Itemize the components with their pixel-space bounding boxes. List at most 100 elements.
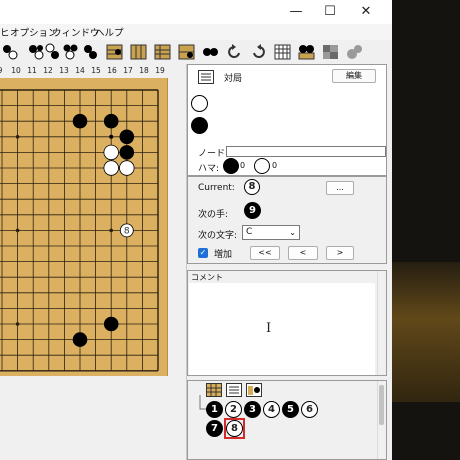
tree-branch-icon[interactable] xyxy=(246,383,262,397)
black-stone[interactable] xyxy=(119,145,135,160)
board-mark xyxy=(109,134,114,139)
chevron-down-icon: ⌄ xyxy=(289,228,296,237)
tree-scrollbar-thumb[interactable] xyxy=(379,385,384,425)
black-stone[interactable] xyxy=(103,113,119,129)
next-letter-select[interactable]: C ⌄ xyxy=(242,225,300,240)
tree-move[interactable]: 2 xyxy=(225,401,242,418)
next-move-stone: 9 xyxy=(244,202,261,219)
check-icon: ✓ xyxy=(199,248,207,257)
white-stone[interactable] xyxy=(103,144,119,161)
edit-button[interactable]: 編集 xyxy=(332,69,376,83)
white-captures-count: 0 xyxy=(272,161,278,170)
menu-bar: ヒ オプション ウィンドウ ヘルプ xyxy=(0,24,392,40)
desktop-background xyxy=(392,0,460,460)
connect-icon[interactable] xyxy=(346,43,363,61)
black-captures-stone-icon xyxy=(223,158,239,174)
maximize-button[interactable]: ☐ xyxy=(320,4,340,20)
menu-file-partial[interactable]: ヒ xyxy=(0,25,10,39)
white-player-stone-icon xyxy=(191,95,208,112)
tree-move-current[interactable]: 8 xyxy=(226,420,243,437)
background-glow xyxy=(392,262,460,402)
menu-window[interactable]: ウィンドウ xyxy=(52,25,100,39)
black-stone[interactable] xyxy=(119,129,135,145)
column-label: 9 xyxy=(0,66,6,75)
redo-icon[interactable] xyxy=(250,43,267,61)
close-button[interactable]: ✕ xyxy=(356,4,376,20)
nav-next-button[interactable]: > xyxy=(326,246,354,260)
game-info-icon xyxy=(198,70,214,84)
undo-icon[interactable] xyxy=(226,43,243,61)
star-point xyxy=(15,322,20,326)
list-grid-icon[interactable] xyxy=(106,43,123,61)
move-control-pane: Current: 8 ... 次の手: 9 次の文字: C ⌄ ✓ 増加 << … xyxy=(187,176,387,264)
current-move-stone: 8 xyxy=(244,179,260,195)
nav-first-button[interactable]: << xyxy=(250,246,280,260)
comment-textarea[interactable] xyxy=(189,283,375,375)
stone-pair-icon-3[interactable] xyxy=(44,43,61,61)
column-label: 13 xyxy=(59,66,69,75)
application-window: — ☐ ✕ ヒ オプション ウィンドウ ヘルプ 9 10 11 12 13 14… xyxy=(0,0,392,460)
column-label: 16 xyxy=(107,66,117,75)
tree-move[interactable]: 4 xyxy=(263,401,280,418)
board-list-icon[interactable] xyxy=(130,43,147,61)
board-grid-icon[interactable] xyxy=(154,43,171,61)
node-label: ノード: xyxy=(198,149,229,159)
column-label: 18 xyxy=(139,66,149,75)
add-checkbox[interactable]: ✓ xyxy=(198,248,208,258)
column-label: 10 xyxy=(11,66,21,75)
column-label: 12 xyxy=(43,66,53,75)
star-point xyxy=(15,228,20,233)
column-label: 15 xyxy=(91,66,101,75)
tree-move[interactable]: 7 xyxy=(206,420,223,437)
comment-title: コメント xyxy=(191,273,223,282)
menu-help[interactable]: ヘルプ xyxy=(95,25,124,39)
white-stone[interactable] xyxy=(103,160,119,176)
tree-move[interactable]: 5 xyxy=(282,401,299,418)
board-edit-icon[interactable] xyxy=(178,43,195,61)
black-stone[interactable] xyxy=(103,316,119,332)
stones-on-board-icon[interactable] xyxy=(298,43,315,61)
black-stone[interactable] xyxy=(72,113,88,129)
tree-move[interactable]: 1 xyxy=(206,401,223,418)
current-label: Current: xyxy=(198,183,235,193)
column-label: 11 xyxy=(27,66,37,75)
column-label: 14 xyxy=(75,66,85,75)
comment-pane: コメント I xyxy=(187,270,387,376)
stone-group-icon[interactable] xyxy=(62,43,79,61)
black-player-stone-icon xyxy=(191,117,208,134)
star-point xyxy=(109,228,113,233)
column-label: 17 xyxy=(123,66,133,75)
right-panel: 対局 編集 ノード: ハマ: 0 0 Current: 8 ... 次の手: 9… xyxy=(186,64,392,460)
minimize-button[interactable]: — xyxy=(286,4,306,20)
add-label: 増加 xyxy=(214,250,233,260)
game-tree-pane: 1 2 3 4 5 6 7 8 xyxy=(187,380,387,460)
node-name-input[interactable] xyxy=(226,146,386,157)
menu-options[interactable]: オプション xyxy=(10,25,58,39)
captures-label: ハマ: xyxy=(198,164,220,174)
tree-info-icon[interactable] xyxy=(226,383,242,397)
tree-move[interactable]: 3 xyxy=(244,401,261,418)
column-label: 19 xyxy=(155,66,165,75)
node-pane: ノード: ハマ: 0 0 xyxy=(187,144,387,176)
star-point xyxy=(15,135,20,139)
black-stone[interactable] xyxy=(72,332,88,347)
text-cursor-icon: I xyxy=(266,321,272,336)
grid-icon[interactable] xyxy=(274,43,291,61)
pattern-icon[interactable] xyxy=(322,43,339,61)
current-options-button[interactable]: ... xyxy=(326,181,354,195)
white-stone[interactable] xyxy=(119,160,135,176)
stone-pair-icon-2[interactable] xyxy=(28,43,45,61)
nav-prev-button[interactable]: < xyxy=(288,246,318,260)
tree-scrollbar[interactable] xyxy=(377,381,385,459)
comment-scrollbar[interactable] xyxy=(377,271,385,375)
stone-number-icon[interactable] xyxy=(82,43,99,61)
go-board[interactable]: 8 xyxy=(0,78,168,376)
go-board-grid[interactable]: 8 xyxy=(0,78,168,376)
game-info-pane: 対局 編集 xyxy=(187,64,387,148)
game-title: 対局 xyxy=(224,74,243,84)
tree-move[interactable]: 6 xyxy=(301,401,318,418)
numbered-stones-icon[interactable] xyxy=(202,43,219,61)
black-captures-count: 0 xyxy=(240,161,246,170)
stone-pair-icon[interactable] xyxy=(2,43,19,61)
next-letter-label: 次の文字: xyxy=(198,231,238,241)
